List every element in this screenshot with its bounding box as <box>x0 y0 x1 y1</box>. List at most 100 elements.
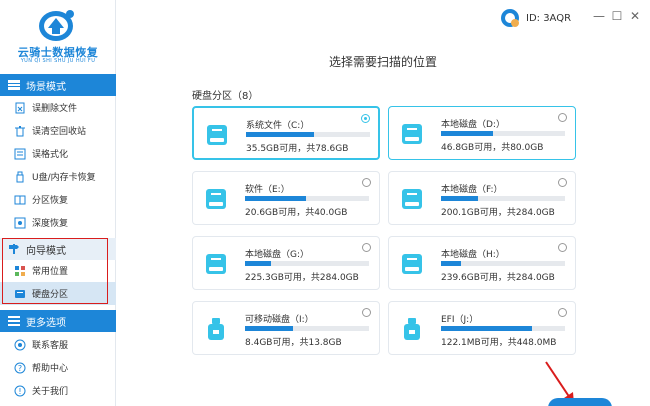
usb-card-icon <box>16 171 24 182</box>
drive-usage-bar <box>441 261 565 266</box>
drive-name: 本地磁盘（D:） <box>441 120 505 130</box>
drive-usage-bar <box>246 132 370 137</box>
drive-name: 可移动磁盘（I:） <box>245 315 314 325</box>
sidebar-item-partition[interactable]: 分区恢复 <box>0 188 116 211</box>
info-icon: ! <box>14 385 26 396</box>
drive-usage-fill <box>245 326 294 331</box>
drive-usage-fill <box>245 261 272 266</box>
drive-usage-fill <box>441 131 494 136</box>
sidebar: 云骑士数据恢复 YUN QI SHI SHU JU HUI FU 场景模式 误删… <box>0 0 116 406</box>
user-avatar-icon <box>501 9 519 27</box>
drive-radio[interactable] <box>558 113 567 122</box>
drive-size: 20.6GB可用，共40.0GB <box>245 208 348 218</box>
svg-text:?: ? <box>18 364 22 373</box>
drive-size: 46.8GB可用，共80.0GB <box>441 143 544 153</box>
drive-name: 本地磁盘（G:） <box>245 250 310 260</box>
drive-usage-fill <box>245 196 306 201</box>
drive-card[interactable]: 系统文件（C:） 35.5GB可用，共78.6GB <box>192 106 380 160</box>
drive-card[interactable]: 本地磁盘（H:） 239.6GB可用，共284.0GB <box>388 236 576 290</box>
sidebar-item-help[interactable]: ? 帮助中心 <box>0 356 116 379</box>
drive-usage-bar <box>245 261 369 266</box>
drive-radio[interactable] <box>362 243 371 252</box>
menu-icon <box>8 316 20 326</box>
drive-radio[interactable] <box>558 308 567 317</box>
minimize-button[interactable]: — <box>592 9 606 23</box>
drive-usage-fill <box>441 326 532 331</box>
file-delete-icon <box>15 102 25 113</box>
drive-card[interactable]: 本地磁盘（D:） 46.8GB可用，共80.0GB <box>388 106 576 160</box>
drive-name: 软件（E:） <box>245 185 290 195</box>
sidebar-item-label: U盘/内存卡恢复 <box>32 173 96 183</box>
drive-size: 200.1GB可用，共284.0GB <box>441 208 555 218</box>
sidebar-item-recycle-bin[interactable]: 误清空回收站 <box>0 119 116 142</box>
usb-drive-icon <box>208 318 224 340</box>
hard-drive-icon <box>402 254 422 274</box>
app-logo: 云骑士数据恢复 YUN QI SHI SHU JU HUI FU <box>0 0 116 72</box>
drive-radio[interactable] <box>362 308 371 317</box>
drive-size: 8.4GB可用，共13.8GB <box>245 338 342 348</box>
sidebar-item-format[interactable]: 误格式化 <box>0 142 116 165</box>
sidebar-item-label: 误清空回收站 <box>32 127 87 137</box>
sidebar-item-label: 误删除文件 <box>32 104 78 114</box>
sidebar-item-label: 联系客服 <box>32 341 69 351</box>
drive-card[interactable]: 本地磁盘（F:） 200.1GB可用，共284.0GB <box>388 171 576 225</box>
support-icon <box>14 339 26 350</box>
partition-icon <box>14 195 26 204</box>
format-icon <box>14 148 26 159</box>
drive-usage-bar <box>245 196 369 201</box>
drive-usage-fill <box>246 132 315 137</box>
scene-mode-label: 场景模式 <box>26 81 66 93</box>
hard-drive-icon <box>402 124 422 144</box>
annotation-highlight-box <box>2 238 108 304</box>
drive-usage-fill <box>441 196 479 201</box>
sidebar-item-label: 关于我们 <box>32 387 69 397</box>
drive-card[interactable]: 可移动磁盘（I:） 8.4GB可用，共13.8GB <box>192 301 380 355</box>
knight-logo-icon <box>39 10 74 41</box>
user-badge[interactable]: ID: 3AQR <box>500 8 571 28</box>
sidebar-item-label: 误格式化 <box>32 150 69 160</box>
sidebar-item-label: 深度恢复 <box>32 219 69 229</box>
page-title: 选择需要扫描的位置 <box>328 55 437 69</box>
next-button[interactable] <box>548 398 612 406</box>
close-button[interactable]: ✕ <box>628 9 642 23</box>
drive-radio[interactable] <box>361 114 370 123</box>
partition-count-label: 硬盘分区（8） <box>192 91 259 102</box>
help-icon: ? <box>14 362 26 373</box>
sidebar-item-usb-card[interactable]: U盘/内存卡恢复 <box>0 165 116 188</box>
drive-usage-bar <box>441 131 565 136</box>
more-options-label: 更多选项 <box>26 317 66 329</box>
recycle-bin-icon <box>15 125 25 136</box>
drive-name: EFI（J:） <box>441 315 479 325</box>
svg-text:!: ! <box>18 387 21 396</box>
drive-name: 本地磁盘（H:） <box>441 250 505 260</box>
user-id: ID: 3AQR <box>526 12 572 24</box>
more-options-header[interactable]: 更多选项 <box>0 310 116 332</box>
maximize-button[interactable]: ☐ <box>610 9 624 23</box>
drive-usage-bar <box>245 326 369 331</box>
drive-radio[interactable] <box>558 178 567 187</box>
hard-drive-icon <box>206 254 226 274</box>
deep-scan-icon <box>14 217 26 228</box>
drive-name: 系统文件（C:） <box>246 121 310 131</box>
drive-usage-bar <box>441 196 565 201</box>
drive-usage-fill <box>441 261 461 266</box>
drive-card[interactable]: 软件（E:） 20.6GB可用，共40.0GB <box>192 171 380 225</box>
sidebar-item-deep-scan[interactable]: 深度恢复 <box>0 211 116 234</box>
hard-drive-icon <box>207 125 227 145</box>
sidebar-item-about[interactable]: ! 关于我们 <box>0 379 116 402</box>
drive-radio[interactable] <box>362 178 371 187</box>
sidebar-item-file-delete[interactable]: 误删除文件 <box>0 96 116 119</box>
drive-radio[interactable] <box>558 243 567 252</box>
drive-name: 本地磁盘（F:） <box>441 185 503 195</box>
logo-subtitle: YUN QI SHI SHU JU HUI FU <box>20 58 96 64</box>
scene-mode-header[interactable]: 场景模式 <box>0 74 116 96</box>
drive-card[interactable]: EFI（J:） 122.1MB可用，共448.0MB <box>388 301 576 355</box>
scene-mode-icon <box>8 80 20 90</box>
drive-size: 239.6GB可用，共284.0GB <box>441 273 555 283</box>
drive-size: 225.3GB可用，共284.0GB <box>245 273 359 283</box>
sidebar-item-label: 帮助中心 <box>32 364 69 374</box>
sidebar-item-support[interactable]: 联系客服 <box>0 333 116 356</box>
hard-drive-icon <box>402 189 422 209</box>
drive-card[interactable]: 本地磁盘（G:） 225.3GB可用，共284.0GB <box>192 236 380 290</box>
sidebar-item-label: 分区恢复 <box>32 196 69 206</box>
